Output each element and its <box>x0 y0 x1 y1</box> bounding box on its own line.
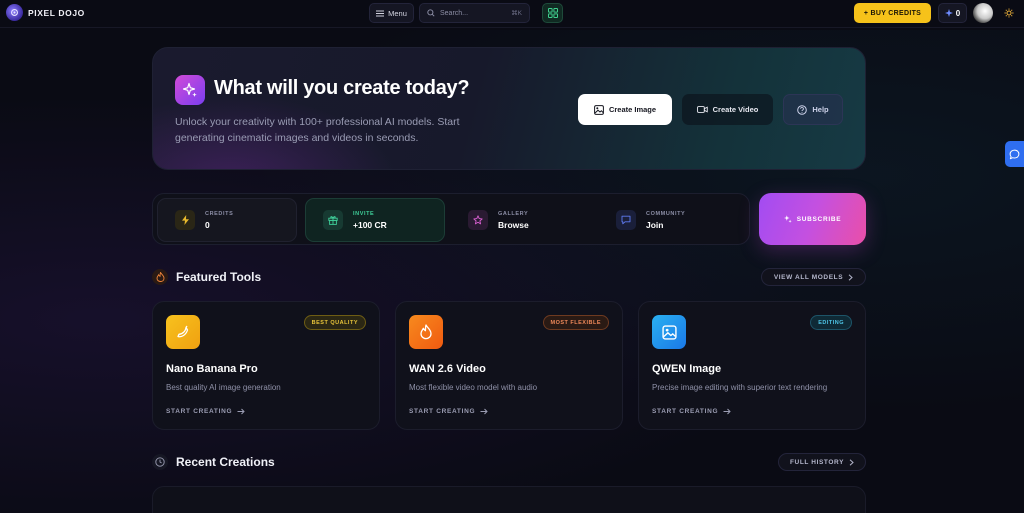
video-camera-icon <box>696 106 708 113</box>
top-bar: PIXEL DOJO Menu Search... ⌘K + BUY CREDI… <box>0 0 1024 28</box>
image-icon <box>594 104 604 115</box>
apps-grid-button[interactable] <box>542 3 563 23</box>
theme-toggle-button[interactable] <box>999 3 1019 23</box>
flame-icon <box>152 269 168 285</box>
banana-icon <box>166 315 200 349</box>
badge-most-flexible: MOST FLEXIBLE <box>542 315 609 330</box>
subscribe-button[interactable]: SUBSCRIBE <box>759 193 866 245</box>
credit-count: 0 <box>955 8 961 18</box>
card-description: Precise image editing with superior text… <box>652 383 828 392</box>
grid-icon <box>547 8 558 18</box>
create-image-button[interactable]: Create Image <box>578 94 672 125</box>
brand-name: PIXEL DOJO <box>28 7 85 18</box>
stat-community-value: Join <box>646 219 664 230</box>
chevron-right-icon <box>849 458 854 466</box>
clock-icon <box>152 454 168 470</box>
star-icon <box>468 210 488 230</box>
lightning-icon <box>175 210 195 230</box>
search-icon <box>427 9 435 17</box>
arrow-right-icon <box>723 408 731 415</box>
stats-bar: CREDITS 0 INVITE +100 CR GALLERY Browse … <box>152 193 750 245</box>
arrow-right-icon <box>237 408 245 415</box>
stat-invite[interactable]: INVITE +100 CR <box>305 198 445 242</box>
hero-subtitle: Unlock your creativity with 100+ profess… <box>175 116 460 144</box>
tool-card-wan-video[interactable]: MOST FLEXIBLE WAN 2.6 Video Most flexibl… <box>395 301 623 430</box>
stat-community[interactable]: COMMUNITY Join <box>599 198 739 242</box>
full-history-button[interactable]: FULL HISTORY <box>778 453 866 471</box>
stat-community-label: COMMUNITY <box>646 210 686 217</box>
view-all-models-button[interactable]: VIEW ALL MODELS <box>761 268 866 286</box>
magic-sparkles-icon <box>175 75 205 105</box>
create-video-label: Create Video <box>712 105 759 114</box>
card-title: QWEN Image <box>652 363 722 375</box>
user-avatar[interactable] <box>973 3 993 23</box>
start-creating-link[interactable]: START CREATING <box>166 408 245 415</box>
support-chat-button[interactable] <box>1005 141 1024 167</box>
menu-button[interactable]: Menu <box>369 3 414 23</box>
menu-label: Menu <box>388 8 407 18</box>
start-creating-link[interactable]: START CREATING <box>652 408 731 415</box>
stat-gallery[interactable]: GALLERY Browse <box>451 198 591 242</box>
image-icon <box>652 315 686 349</box>
logo-icon <box>6 4 23 21</box>
create-video-button[interactable]: Create Video <box>682 94 773 125</box>
tool-card-qwen-image[interactable]: EDITING QWEN Image Precise image editing… <box>638 301 866 430</box>
view-all-models-label: VIEW ALL MODELS <box>773 273 844 281</box>
start-creating-label: START CREATING <box>166 408 233 415</box>
flame-icon <box>409 315 443 349</box>
help-label: Help <box>812 105 829 114</box>
start-creating-label: START CREATING <box>409 408 476 415</box>
credit-balance[interactable]: 0 <box>938 3 967 23</box>
chat-bubble-icon <box>1009 149 1020 159</box>
brand-logo[interactable]: PIXEL DOJO <box>6 4 85 21</box>
hero-panel: What will you create today? Unlock your … <box>152 47 866 170</box>
start-creating-link[interactable]: START CREATING <box>409 408 488 415</box>
tool-card-nano-banana-pro[interactable]: BEST QUALITY Nano Banana Pro Best qualit… <box>152 301 380 430</box>
card-title: Nano Banana Pro <box>166 363 258 375</box>
start-creating-label: START CREATING <box>652 408 719 415</box>
badge-best-quality: BEST QUALITY <box>303 315 366 330</box>
create-image-label: Create Image <box>608 105 657 114</box>
sparkle-icon <box>944 9 953 17</box>
help-button[interactable]: Help <box>783 94 843 125</box>
sparkle-icon <box>783 215 792 223</box>
featured-tools-title: Featured Tools <box>176 270 262 284</box>
help-circle-icon <box>797 104 808 115</box>
stat-credits-label: CREDITS <box>205 210 234 217</box>
search-placeholder: Search... <box>440 9 469 17</box>
card-description: Most flexible video model with audio <box>409 383 538 392</box>
card-description: Best quality AI image generation <box>166 383 281 392</box>
gift-icon <box>323 210 343 230</box>
chevron-right-icon <box>848 273 853 281</box>
buy-credits-button[interactable]: + BUY CREDITS <box>854 3 931 23</box>
stat-credits-value: 0 <box>205 219 210 230</box>
subscribe-label: SUBSCRIBE <box>796 215 842 223</box>
recent-creations-panel <box>152 486 866 513</box>
stat-gallery-label: GALLERY <box>498 210 529 217</box>
search-input[interactable]: Search... ⌘K <box>419 3 530 23</box>
card-title: WAN 2.6 Video <box>409 363 486 375</box>
full-history-label: FULL HISTORY <box>789 458 845 466</box>
chat-icon <box>616 210 636 230</box>
search-shortcut: ⌘K <box>511 10 522 17</box>
hamburger-icon <box>376 10 385 16</box>
stat-invite-label: INVITE <box>353 210 375 217</box>
sun-icon <box>1004 8 1014 18</box>
stat-gallery-value: Browse <box>498 219 529 230</box>
stat-credits[interactable]: CREDITS 0 <box>157 198 297 242</box>
arrow-right-icon <box>480 408 488 415</box>
badge-editing: EDITING <box>810 315 852 330</box>
hero-title: What will you create today? <box>214 77 470 99</box>
recent-creations-title: Recent Creations <box>176 455 275 469</box>
stat-invite-value: +100 CR <box>353 219 387 230</box>
